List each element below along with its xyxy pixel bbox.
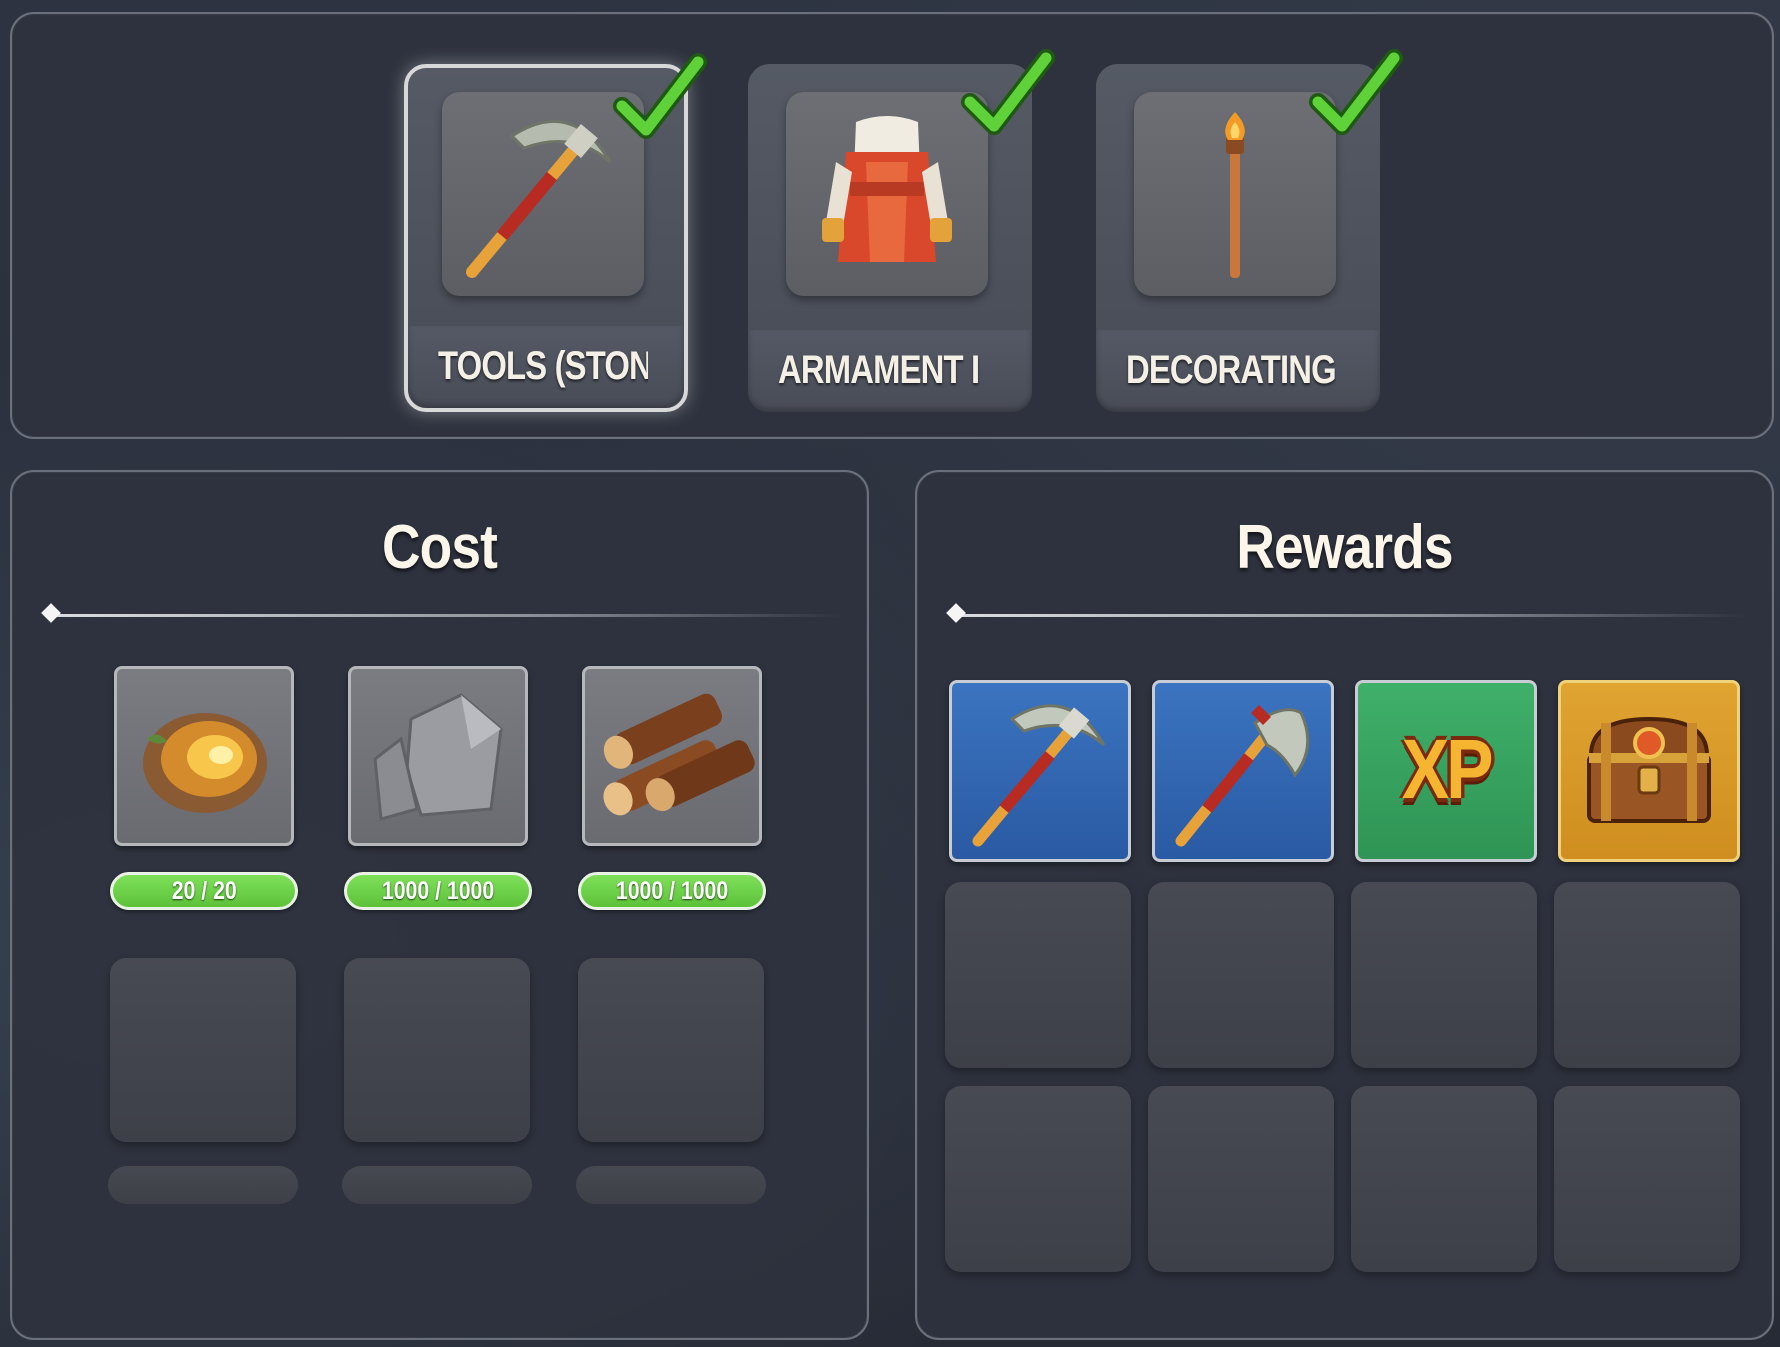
rewards-title: Rewards [1236, 513, 1453, 582]
cost-panel: Cost 20 / 20 1000 / 1000 1000 / 1000 [10, 470, 869, 1340]
empty-reward-slot [945, 882, 1131, 1068]
recipe-label-bar: ARMAMENT I [748, 330, 1032, 412]
pickaxe-icon [972, 704, 1106, 847]
recipe-label: ARMAMENT I [778, 348, 980, 392]
empty-reward-slot [945, 1086, 1131, 1272]
recipe-tab-armament[interactable]: ARMAMENT I [748, 49, 1055, 412]
cost-quantity-text: 1000 / 1000 [615, 877, 729, 905]
recipe-tabs-panel: TOOLS (STONE) ARMAMENT I [10, 12, 1774, 439]
checkmark-icon [613, 53, 707, 139]
cost-title: Cost [381, 513, 498, 582]
reward-item-chest[interactable] [1558, 680, 1740, 862]
checkmark-icon [961, 49, 1055, 135]
treasure-chest-icon [1587, 716, 1711, 823]
divider [946, 603, 1747, 623]
cost-quantity-text: 20 / 20 [171, 877, 237, 905]
axe-icon [1175, 705, 1310, 847]
empty-quantity-pill [576, 1166, 766, 1204]
cost-quantity: 1000 / 1000 [578, 872, 766, 910]
gold-ore-icon [143, 713, 267, 813]
stone-icon [373, 693, 503, 821]
empty-quantity-pill [342, 1166, 532, 1204]
diamond-icon [41, 603, 61, 623]
reward-item-pickaxe[interactable] [949, 680, 1131, 862]
torch-icon [1225, 112, 1245, 278]
empty-quantity-pill [108, 1166, 298, 1204]
recipe-tab-tools-stone[interactable]: TOOLS (STONE) [404, 53, 707, 412]
recipe-tab-decorating[interactable]: DECORATING I [1096, 49, 1403, 412]
rewards-panel: Rewards XP [915, 470, 1774, 1340]
checkmark-icon [1309, 49, 1403, 135]
empty-cost-slot [578, 958, 764, 1142]
empty-reward-slot [1148, 882, 1334, 1068]
empty-reward-slot [1148, 1086, 1334, 1272]
recipe-label: TOOLS (STONE) [438, 344, 648, 388]
recipe-label-bar: TOOLS (STONE) [408, 326, 684, 408]
diamond-icon [946, 603, 966, 623]
empty-reward-slot [1554, 882, 1740, 1068]
recipe-label-bar: DECORATING I [1096, 330, 1380, 412]
empty-cost-slot [344, 958, 530, 1142]
cost-item-wood[interactable] [582, 666, 762, 846]
divider [41, 603, 842, 623]
xp-icon: XP [1401, 722, 1494, 816]
reward-item-xp[interactable]: XP [1355, 680, 1537, 862]
recipe-label: DECORATING I [1126, 348, 1336, 392]
recipe-thumbnail [786, 92, 988, 296]
reward-item-axe[interactable] [1152, 680, 1334, 862]
cost-item-stone[interactable] [348, 666, 528, 846]
recipe-thumbnail [1134, 92, 1336, 296]
cost-quantity: 1000 / 1000 [344, 872, 532, 910]
empty-reward-slot [1351, 882, 1537, 1068]
cost-quantity-text: 1000 / 1000 [381, 877, 495, 905]
cost-quantity: 20 / 20 [110, 872, 298, 910]
empty-reward-slot [1554, 1086, 1740, 1272]
empty-cost-slot [110, 958, 296, 1142]
empty-reward-slot [1351, 1086, 1537, 1272]
armor-icon [822, 116, 952, 262]
wood-logs-icon [603, 693, 755, 816]
cost-item-gold-ore[interactable] [114, 666, 294, 846]
